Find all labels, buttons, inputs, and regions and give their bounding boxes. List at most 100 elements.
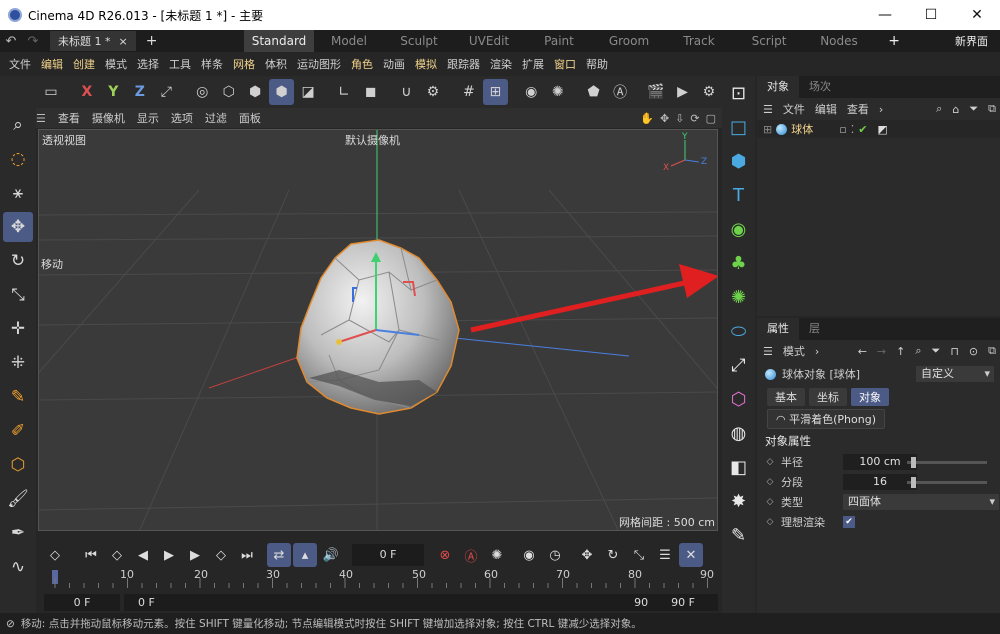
next-key-icon[interactable]: ◇ (209, 543, 233, 567)
menu-animate[interactable]: 动画 (383, 56, 405, 72)
home-icon[interactable]: ⌂ (952, 103, 959, 116)
object-menu-view[interactable]: 查看 (847, 101, 869, 117)
keyframe-diamond-icon[interactable]: ◇ (763, 497, 777, 507)
new-document-button[interactable]: + (146, 33, 158, 49)
spline-tool-icon[interactable]: ✐ (3, 416, 33, 446)
menu-file[interactable]: 文件 (9, 56, 31, 72)
perspective-viewport[interactable]: Y X Z 透视视图 默认摄像机 移动 网格间距 : 500 cm (38, 129, 718, 531)
up-arrow-icon[interactable]: ↑ (896, 345, 905, 358)
menu-character[interactable]: 角色 (351, 56, 373, 72)
lock-y-axis-button[interactable]: Y (101, 79, 125, 105)
render-view-icon[interactable]: 🎬 (644, 79, 668, 105)
tweak-mode-icon[interactable]: ◼ (358, 79, 382, 105)
rotate-view-icon[interactable]: ⟳ (690, 112, 699, 125)
knife-tool-icon[interactable]: ✒ (3, 518, 33, 548)
menu-tracker[interactable]: 跟踪器 (447, 56, 480, 72)
autokey-icon[interactable]: Ⓐ (459, 543, 483, 567)
snap-settings-icon[interactable]: ⚙ (421, 79, 445, 105)
settings-gear-icon[interactable]: ✺ (545, 79, 569, 105)
new-window-icon[interactable]: ⊙ (969, 345, 978, 358)
render-settings-icon[interactable]: ⚙ (697, 79, 721, 105)
phong-tag-icon[interactable]: ◩ (877, 123, 887, 136)
snap-magnet-icon[interactable]: ∪ (394, 79, 418, 105)
zoom-view-icon[interactable]: ⇩ (675, 112, 684, 125)
text-spline-icon[interactable]: T (725, 181, 753, 209)
object-row[interactable]: ⊞ 球体 ▫ ⁚ ✔ ◩ (757, 120, 1000, 138)
undo-icon[interactable]: ↶ (0, 34, 22, 49)
menu-create[interactable]: 创建 (73, 56, 95, 72)
polygons-mode-icon[interactable]: ⬢ (243, 79, 267, 105)
attribute-mode-menu[interactable]: 模式 (783, 343, 805, 359)
object-name[interactable]: 球体 (791, 121, 835, 137)
model-mode-icon[interactable]: ▭ (39, 79, 63, 105)
viewport-panel-menu-icon[interactable]: ☰ (36, 112, 46, 125)
tab-objects[interactable]: 对象 (757, 76, 799, 98)
document-tab[interactable]: 未标题 1 * × (50, 31, 136, 51)
keyframe-diamond-icon[interactable]: ◇ (763, 477, 777, 487)
chevron-right-icon[interactable]: › (879, 103, 883, 116)
menu-simulate[interactable]: 模拟 (415, 56, 437, 72)
menu-extensions[interactable]: 扩展 (522, 56, 544, 72)
menu-spline[interactable]: 样条 (201, 56, 223, 72)
move-view-icon[interactable]: ✥ (660, 112, 669, 125)
cloner-icon[interactable]: ♣ (725, 249, 753, 277)
spline-pen-icon[interactable]: ✎ (3, 382, 33, 412)
menu-mode[interactable]: 模式 (105, 56, 127, 72)
timeline-settings-icon[interactable]: ◷ (543, 543, 567, 567)
edges-mode-icon[interactable]: ⬡ (216, 79, 240, 105)
radius-slider-thumb[interactable] (911, 457, 916, 468)
transfer-tool-icon[interactable]: ✛ (3, 314, 33, 344)
menu-edit[interactable]: 编辑 (41, 56, 63, 72)
cube-object-icon[interactable]: ⬢ (725, 147, 753, 175)
camera-icon[interactable]: ◧ (725, 453, 753, 481)
open-window-icon[interactable]: ⧉ (988, 344, 996, 358)
rotate-tool-icon[interactable]: ↻ (3, 246, 33, 276)
motion-record-icon[interactable]: ◉ (517, 543, 541, 567)
field-icon[interactable]: ⤢ (725, 351, 753, 379)
layout-tab-track[interactable]: Track (664, 30, 734, 52)
polygon-pen-icon[interactable]: ⬡ (3, 450, 33, 480)
menu-help[interactable]: 帮助 (586, 56, 608, 72)
scale-tool-icon[interactable]: ⤡ (3, 280, 33, 310)
layout-tab-model[interactable]: Model (314, 30, 384, 52)
gizmo-x-tip[interactable] (336, 339, 342, 345)
viewport-menu-cameras[interactable]: 摄像机 (92, 110, 125, 126)
range-slider[interactable]: 0 F 90 F (124, 594, 664, 611)
pan-hand-icon[interactable]: ✋ (640, 112, 654, 125)
current-frame-field[interactable]: 0 F (352, 544, 424, 566)
quantize-icon[interactable]: ◉ (519, 79, 543, 105)
object-manager-menu-icon[interactable]: ☰ (763, 103, 773, 116)
keyframe-diamond-icon[interactable]: ◇ (763, 517, 777, 527)
add-layout-button[interactable]: + (888, 33, 900, 49)
layout-tab-sculpt[interactable]: Sculpt (384, 30, 454, 52)
attribute-menu-icon[interactable]: ☰ (763, 345, 773, 358)
axis-mode-icon[interactable]: ∟ (332, 79, 356, 105)
loop-icon[interactable]: ⇄ (267, 543, 291, 567)
object-menu-edit[interactable]: 编辑 (815, 101, 837, 117)
object-menu-file[interactable]: 文件 (783, 101, 805, 117)
prop-radius-input[interactable]: 100 cm (843, 454, 917, 470)
layout-tab-groom[interactable]: Groom (594, 30, 664, 52)
search-icon[interactable]: ⌕ (936, 102, 942, 116)
keyframe-selection-icon[interactable]: ✺ (485, 543, 509, 567)
generator-icon[interactable]: ◉ (725, 215, 753, 243)
tab-layers[interactable]: 层 (799, 318, 830, 340)
preset-dropdown[interactable]: 自定义 (916, 366, 994, 382)
menu-mograph[interactable]: 运动图形 (297, 56, 341, 72)
segments-slider-thumb[interactable] (911, 477, 916, 488)
environment-globe-icon[interactable]: ◍ (725, 419, 753, 447)
texture-icon[interactable]: Ⓐ (608, 79, 632, 105)
go-to-start-icon[interactable]: ⏮ (79, 543, 103, 567)
play-icon[interactable]: ▶ (157, 543, 181, 567)
key-param-icon[interactable]: ☰ (653, 543, 677, 567)
lock-x-axis-button[interactable]: X (75, 79, 99, 105)
extrude-tool-icon[interactable]: ∿ (3, 552, 33, 582)
layout-tab-script[interactable]: Script (734, 30, 804, 52)
search-icon[interactable]: ⌕ (3, 110, 33, 140)
forward-arrow-icon[interactable]: → (877, 345, 886, 358)
brush-tool-icon[interactable]: ✎ (725, 521, 753, 549)
expand-icon[interactable]: ⊞ (763, 123, 772, 136)
workplane-grid-icon[interactable]: # (457, 79, 481, 105)
filter-icon[interactable]: ⏷ (932, 344, 941, 358)
next-frame-icon[interactable]: ▶ (183, 543, 207, 567)
